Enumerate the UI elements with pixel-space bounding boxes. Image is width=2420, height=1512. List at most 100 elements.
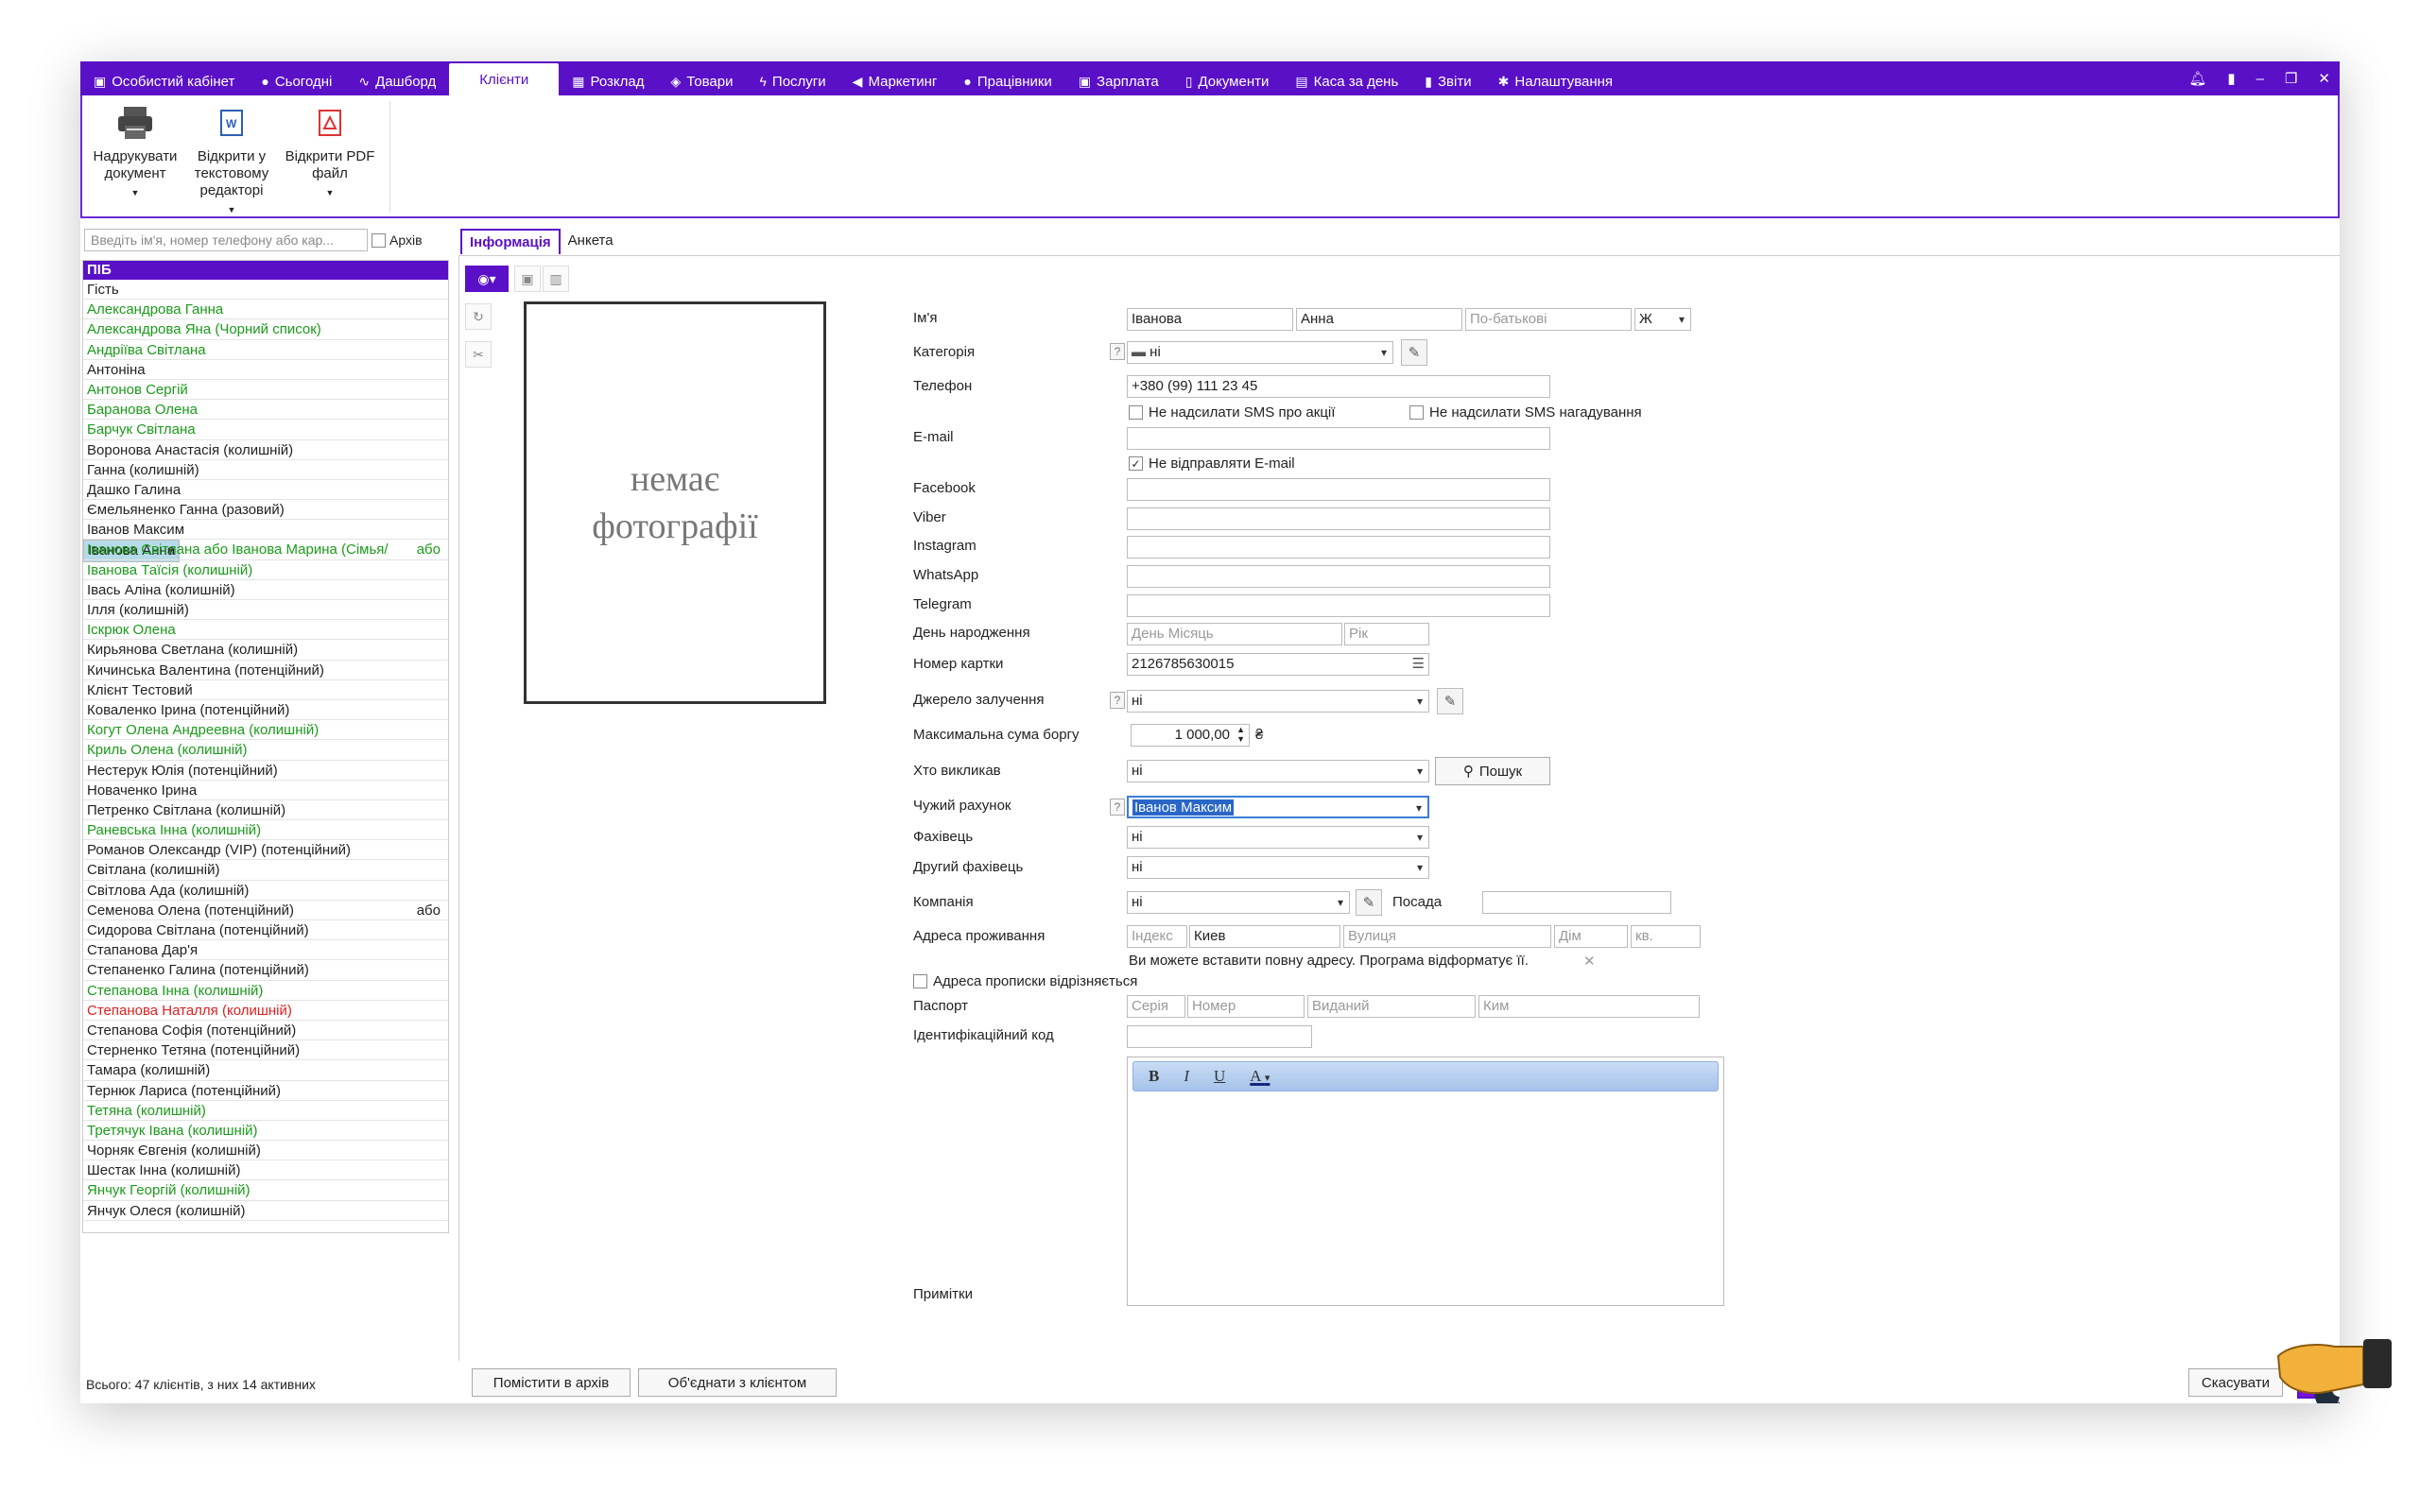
- client-list-item[interactable]: Криль Олена (колишній): [83, 740, 448, 761]
- client-list-item[interactable]: Тетяна (колишній): [83, 1101, 448, 1121]
- surname-field[interactable]: Іванова: [1127, 308, 1293, 331]
- telegram-field[interactable]: [1127, 594, 1550, 617]
- camera-dropdown-button[interactable]: ◉▾: [465, 266, 509, 292]
- client-list-item[interactable]: Клієнт Тестовий: [83, 680, 448, 700]
- client-list-item[interactable]: Баранова Олена: [83, 400, 448, 421]
- list-header[interactable]: ПІБ: [83, 261, 448, 280]
- client-list-item[interactable]: Іванова Таїсія (колишній): [83, 560, 448, 580]
- specialist-select[interactable]: ні: [1127, 826, 1429, 849]
- client-list-item[interactable]: Світлова Ада (колишній): [83, 881, 448, 901]
- save-photo-icon[interactable]: ▣: [514, 266, 541, 292]
- second-specialist-select[interactable]: ні: [1127, 856, 1429, 879]
- patronymic-field[interactable]: По-батькові: [1465, 308, 1632, 331]
- client-list-item[interactable]: Раневська Інна (колишній): [83, 820, 448, 841]
- italic-icon[interactable]: I: [1184, 1067, 1189, 1086]
- house-field[interactable]: Дім: [1554, 925, 1628, 948]
- client-search-input[interactable]: Введіть ім'я, номер телефону або кар...: [84, 229, 368, 251]
- client-list-item[interactable]: Ілля (колишній): [83, 600, 448, 621]
- tab-schedule[interactable]: ▦ Розклад: [559, 67, 657, 95]
- card-number-field[interactable]: 2126785630015 ☰: [1127, 653, 1429, 676]
- photo-placeholder[interactable]: немає фотографії: [524, 301, 826, 704]
- client-list-item[interactable]: Андріїва Світлана: [83, 340, 448, 360]
- client-list-item[interactable]: Степанова Наталля (колишній): [83, 1001, 448, 1021]
- client-list-item[interactable]: Кичинська Валентина (потенційний): [83, 661, 448, 680]
- tab-settings[interactable]: ✱ Налаштування: [1485, 67, 1626, 95]
- delete-photo-icon[interactable]: ▥: [543, 266, 569, 292]
- birthday-field[interactable]: День Місяць: [1127, 623, 1342, 645]
- help-icon[interactable]: ?: [1110, 343, 1125, 360]
- email-field[interactable]: [1127, 427, 1550, 450]
- client-list-item[interactable]: Сидорова Світлана (потенційний): [83, 920, 448, 941]
- tab-today[interactable]: ● Сьогодні: [248, 67, 345, 95]
- client-list-item[interactable]: Степанова Софія (потенційний): [83, 1021, 448, 1041]
- open-pdf-button[interactable]: Відкрити PDF файл ▼: [283, 103, 377, 201]
- client-list-item[interactable]: Кирьянова Светлана (колишній): [83, 640, 448, 661]
- client-list-item[interactable]: Барчук Світлана: [83, 420, 448, 440]
- client-list-item[interactable]: Тамара (колишній): [83, 1060, 448, 1081]
- client-list-item[interactable]: Стапанова Дар'я: [83, 940, 448, 961]
- client-list-item[interactable]: Нестерук Юлія (потенційний): [83, 761, 448, 781]
- client-list-item[interactable]: Третячук Івана (колишній): [83, 1121, 448, 1142]
- client-list-item[interactable]: Шестак Інна (колишній): [83, 1160, 448, 1181]
- client-list-item[interactable]: Янчук Георгій (колишній): [83, 1180, 448, 1201]
- print-document-button[interactable]: Надрукувати документ ▼: [88, 103, 182, 201]
- tab-info[interactable]: Інформація: [460, 229, 561, 254]
- help-icon[interactable]: ?: [1110, 799, 1125, 816]
- client-list-item[interactable]: Іванов Максим: [83, 520, 448, 541]
- client-list-item[interactable]: Воронова Анастасія (колишній): [83, 440, 448, 460]
- foreign-account-select[interactable]: Іванов Максим: [1127, 796, 1429, 818]
- source-select[interactable]: ні: [1127, 690, 1429, 713]
- tab-cash[interactable]: ▤ Каса за день: [1282, 67, 1411, 95]
- archive-button[interactable]: Помістити в архів: [472, 1368, 631, 1397]
- archive-checkbox[interactable]: Архів: [372, 232, 423, 248]
- client-list-item[interactable]: Ємельяненко Ганна (разовий): [83, 500, 448, 521]
- id-code-field[interactable]: [1127, 1025, 1312, 1048]
- no-sms-reminder-checkbox[interactable]: Не надсилати SMS нагадування: [1409, 404, 1642, 421]
- minimize-icon[interactable]: –: [2256, 71, 2264, 87]
- restore-icon[interactable]: ❐: [2285, 70, 2297, 87]
- street-field[interactable]: Вулиця: [1343, 925, 1551, 948]
- client-list-item[interactable]: Степанова Інна (колишній): [83, 981, 448, 1001]
- bell-icon[interactable]: 🔔︎: [2188, 70, 2206, 87]
- no-sms-promo-checkbox[interactable]: Не надсилати SMS про акції: [1129, 404, 1335, 421]
- client-list-item[interactable]: Іванова Світлана або Іванова Марина (Сім…: [83, 540, 448, 560]
- apartment-field[interactable]: кв.: [1631, 925, 1701, 948]
- tab-marketing[interactable]: ◀ Маркетинг: [839, 67, 951, 95]
- lock-icon[interactable]: ▮: [2227, 70, 2235, 87]
- position-field[interactable]: [1482, 891, 1671, 914]
- tab-salary[interactable]: ▣ Зарплата: [1065, 67, 1172, 95]
- firstname-field[interactable]: Анна: [1296, 308, 1462, 331]
- facebook-field[interactable]: [1127, 478, 1550, 501]
- client-list-item[interactable]: Романов Олександр (VIP) (потенційний): [83, 840, 448, 861]
- client-list-item[interactable]: Янчук Олеся (колишній): [83, 1201, 448, 1221]
- index-field[interactable]: Індекс: [1127, 925, 1187, 948]
- client-list-item[interactable]: Семенова Олена (потенційний) або: [83, 901, 448, 920]
- search-button[interactable]: ⚲ Пошук: [1435, 757, 1550, 785]
- passport-number-field[interactable]: Номер: [1187, 995, 1305, 1018]
- tab-employees[interactable]: ● Працівники: [950, 67, 1064, 95]
- instagram-field[interactable]: [1127, 536, 1550, 558]
- client-list-item[interactable]: Степаненко Галина (потенційний): [83, 960, 448, 981]
- underline-icon[interactable]: U: [1214, 1067, 1225, 1086]
- invited-select[interactable]: ні: [1127, 760, 1429, 782]
- checkbox[interactable]: [1409, 405, 1424, 420]
- open-word-button[interactable]: W Відкрити у текстовому редакторі ▼: [184, 103, 279, 218]
- client-list-item[interactable]: Когут Олена Андреевна (колишній): [83, 720, 448, 741]
- close-hint-icon[interactable]: ✕: [1583, 953, 1596, 970]
- crop-icon[interactable]: ✂: [465, 341, 492, 368]
- client-list-item[interactable]: Іскрюк Олена: [83, 620, 448, 641]
- birth-year-field[interactable]: Рік: [1344, 623, 1429, 645]
- edit-company-button[interactable]: ✎: [1356, 889, 1382, 916]
- tab-clients[interactable]: Клієнти: [449, 63, 560, 95]
- checkbox[interactable]: [372, 232, 386, 248]
- client-list-item[interactable]: Івась Аліна (колишній): [83, 580, 448, 600]
- client-list-item[interactable]: Стерненко Тетяна (потенційний): [83, 1040, 448, 1061]
- client-list-item[interactable]: Александрова Яна (Чорний список): [83, 319, 448, 340]
- max-debt-field[interactable]: 1 000,00 ▲ ▼: [1131, 724, 1250, 747]
- client-list-item[interactable]: Гість: [83, 280, 448, 301]
- passport-series-field[interactable]: Серія: [1127, 995, 1185, 1018]
- client-list-item[interactable]: Александрова Ганна: [83, 300, 448, 320]
- viber-field[interactable]: [1127, 507, 1550, 530]
- whatsapp-field[interactable]: [1127, 565, 1550, 588]
- client-list-item[interactable]: Антоніна: [83, 360, 448, 380]
